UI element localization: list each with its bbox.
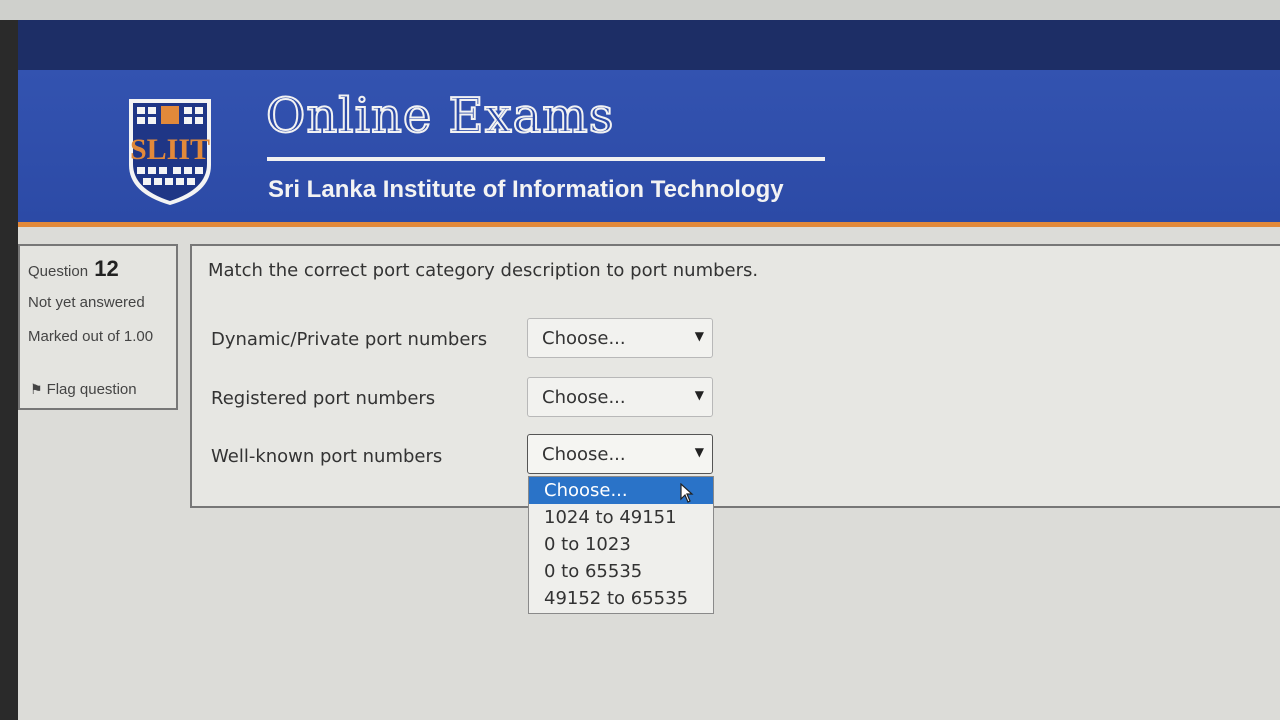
screen-edge	[0, 20, 18, 720]
question-state: Not yet answered	[28, 294, 145, 311]
question-label: Question	[28, 263, 89, 280]
dropdown-arrow-icon: ▼	[694, 388, 704, 402]
screen-bezel	[0, 0, 1280, 20]
select-value: Choose...	[542, 328, 626, 349]
logo-lettering: SLIIT	[130, 133, 210, 166]
select-value: Choose...	[542, 444, 626, 465]
header-accent-line	[0, 222, 1280, 227]
question-number: 12	[94, 256, 119, 281]
title-divider	[267, 157, 825, 161]
option-1024-49151[interactable]: 1024 to 49151	[529, 504, 713, 531]
match-select-registered[interactable]: Choose... ▼	[527, 377, 713, 417]
match-row-label-registered: Registered port numbers	[211, 388, 436, 409]
match-select-dynamic[interactable]: Choose... ▼	[527, 318, 713, 358]
mouse-cursor-icon	[680, 483, 694, 503]
top-navbar	[0, 20, 1280, 70]
match-select-wellknown[interactable]: Choose... ▼	[527, 434, 713, 474]
question-content-panel	[190, 244, 1280, 508]
select-value: Choose...	[542, 387, 626, 408]
dropdown-arrow-icon: ▼	[694, 329, 704, 343]
flag-question-link[interactable]: ⚑ Flag question	[30, 381, 137, 398]
page-subtitle: Sri Lanka Institute of Information Techn…	[268, 176, 784, 203]
page-title: Online Exams	[265, 87, 615, 145]
option-49152-65535[interactable]: 49152 to 65535	[529, 585, 713, 612]
match-row-label-wellknown: Well-known port numbers	[211, 446, 443, 467]
flag-label: Flag question	[46, 381, 137, 398]
option-0-65535[interactable]: 0 to 65535	[529, 558, 713, 585]
match-row-label-dynamic: Dynamic/Private port numbers	[211, 329, 488, 350]
option-0-1023[interactable]: 0 to 1023	[529, 531, 713, 558]
question-info-panel: Question 12 Not yet answered Marked out …	[18, 244, 178, 410]
dropdown-arrow-icon: ▼	[694, 445, 704, 459]
question-text: Match the correct port category descript…	[208, 260, 759, 281]
question-number-label: Question 12	[28, 256, 119, 282]
flag-icon: ⚑	[30, 381, 43, 397]
sliit-logo: SLIIT	[129, 99, 211, 205]
question-grade: Marked out of 1.00	[28, 328, 154, 345]
